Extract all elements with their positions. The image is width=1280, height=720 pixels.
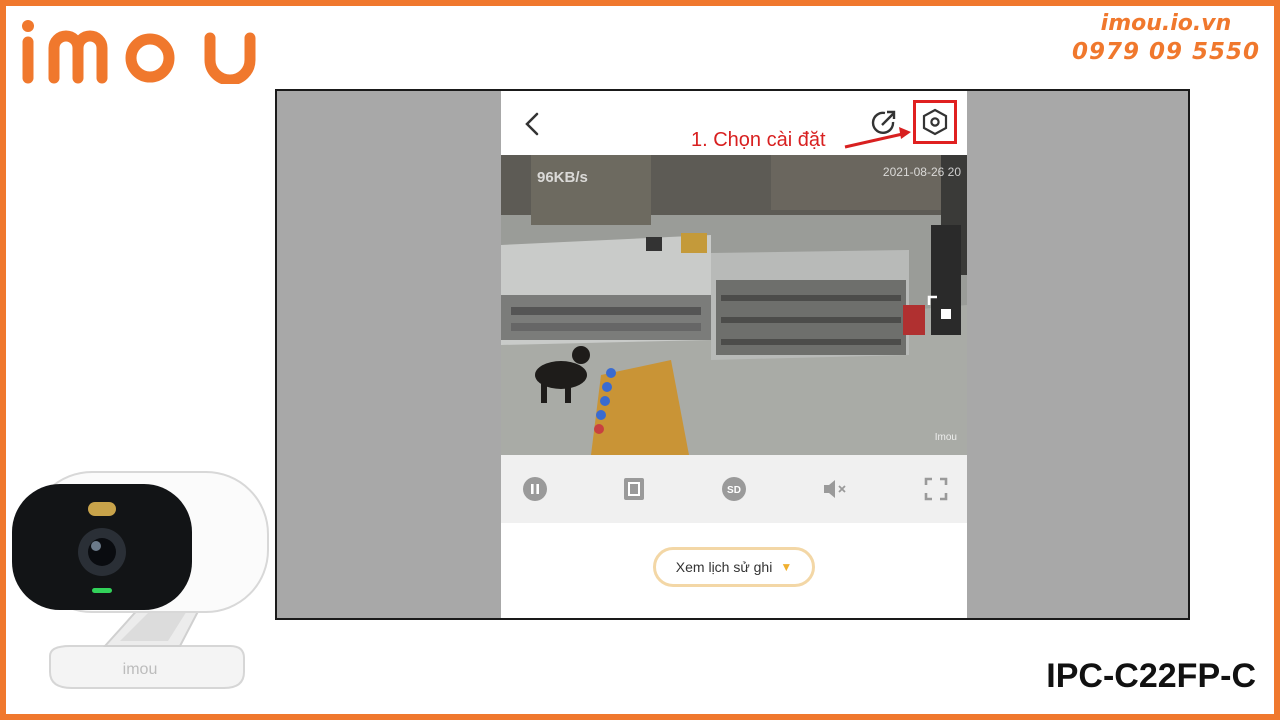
- imou-logo: [20, 20, 280, 89]
- mute-icon: [824, 480, 846, 498]
- sd-quality-icon: SD: [722, 477, 746, 501]
- annotation-text: 1. Chọn cài đặt: [691, 129, 826, 151]
- quality-label: SD: [727, 485, 741, 496]
- pause-button[interactable]: [521, 475, 549, 503]
- website-url: imou.io.vn: [1100, 11, 1232, 36]
- playback-controls: SD: [501, 455, 967, 523]
- quality-button[interactable]: SD: [720, 475, 748, 503]
- back-button[interactable]: [519, 107, 547, 141]
- phone-number: 0979 09 5550: [1071, 39, 1260, 65]
- fullscreen-icon: [924, 477, 948, 501]
- model-name: IPC-C22FP-C: [1046, 657, 1256, 695]
- app-header: 1. Chọn cài đặt: [501, 91, 967, 155]
- watermark-overlay: Imou: [934, 432, 957, 443]
- contact-info: imou.io.vn 0979 09 5550: [1072, 10, 1260, 66]
- chevron-left-icon: [525, 112, 539, 136]
- camera-product-image: imou: [10, 466, 272, 711]
- pause-icon: [523, 477, 547, 501]
- share-icon: [871, 110, 896, 134]
- fullscreen-button[interactable]: [922, 475, 950, 503]
- view-history-button[interactable]: Xem lịch sử ghi ▼: [653, 547, 815, 587]
- chevron-down-icon: ▼: [780, 560, 793, 574]
- live-video[interactable]: 96KB/s 2021-08-26 20 Imou: [501, 155, 967, 455]
- base-logo-text: imou: [123, 661, 158, 678]
- share-button[interactable]: [869, 108, 899, 138]
- mute-button[interactable]: [821, 475, 849, 503]
- app-screen: 1. Chọn cài đặt 96KB/s 2021-08-26 20 Imo…: [501, 91, 967, 618]
- view-history-label: Xem lịch sử ghi: [675, 559, 773, 575]
- settings-button[interactable]: [913, 100, 957, 144]
- bitrate-overlay: 96KB/s: [537, 169, 588, 186]
- timestamp-overlay: 2021-08-26 20: [882, 165, 961, 179]
- screenshot-button[interactable]: [620, 475, 648, 503]
- screenshot-icon: [624, 478, 644, 500]
- history-section: Xem lịch sử ghi ▼: [501, 523, 967, 618]
- expand-video-button[interactable]: [927, 295, 953, 321]
- store-camera-feed: [501, 155, 967, 455]
- screenshot-panel: 1. Chọn cài đặt 96KB/s 2021-08-26 20 Imo…: [275, 89, 1190, 620]
- expand-icon: [927, 295, 951, 319]
- settings-icon: [922, 108, 948, 136]
